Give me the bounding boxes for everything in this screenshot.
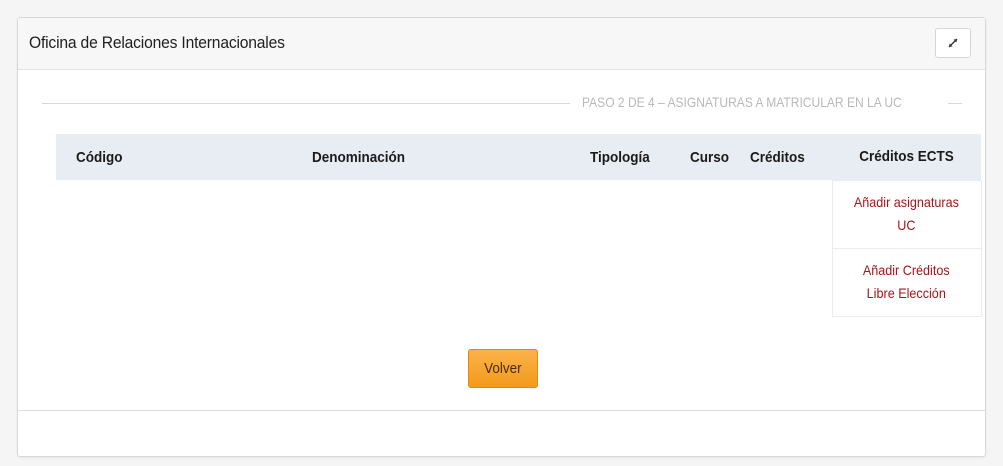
volver-button[interactable]: Volver — [468, 349, 538, 388]
add-free-credits-link[interactable]: Añadir Créditos Libre Elección — [863, 259, 950, 305]
add-free-credits-cell: Añadir Créditos Libre Elección — [831, 247, 982, 317]
page: Oficina de Relaciones Internacionales PA… — [0, 0, 1003, 466]
table-row: Añadir Créditos Libre Elección — [56, 247, 982, 317]
panel-title: Oficina de Relaciones Internacionales — [29, 33, 285, 52]
footer-divider — [18, 410, 985, 411]
header-codigo: Código — [76, 148, 123, 166]
header-tipologia: Tipología — [590, 148, 650, 166]
table-header-row: Código Denominación Tipología Curso Créd… — [56, 134, 981, 180]
expand-icon — [946, 36, 960, 50]
subjects-table-wrapper: Código Denominación Tipología Curso Créd… — [56, 134, 982, 317]
header-creditos: Créditos — [750, 148, 805, 166]
add-free-credits-line2: Libre Elección — [866, 285, 947, 301]
panel-header: Oficina de Relaciones Internacionales — [18, 18, 985, 70]
volver-button-label: Volver — [484, 360, 522, 377]
empty-row-space — [56, 248, 832, 316]
subjects-table: Código Denominación Tipología Curso Créd… — [56, 134, 982, 317]
step-divider-right — [948, 103, 962, 104]
step-title: PASO 2 DE 4 – ASIGNATURAS A MATRICULAR E… — [582, 94, 902, 110]
header-curso: Curso — [690, 148, 730, 166]
step-divider-left — [42, 103, 570, 104]
add-uc-subjects-link[interactable]: Añadir asignaturas UC — [854, 191, 959, 237]
empty-row-space — [56, 180, 832, 248]
add-free-credits-line1: Añadir Créditos — [863, 262, 950, 278]
add-uc-subjects-line2: UC — [897, 217, 916, 233]
expand-button[interactable] — [935, 28, 971, 58]
add-uc-subjects-line1: Añadir asignaturas — [853, 194, 960, 210]
step-indicator: PASO 2 DE 4 – ASIGNATURAS A MATRICULAR E… — [42, 91, 962, 115]
header-denominacion: Denominación — [312, 148, 406, 166]
header-creditos-ects: Créditos ECTS — [859, 148, 954, 166]
table-row: Añadir asignaturas UC — [56, 179, 982, 249]
add-uc-subjects-cell: Añadir asignaturas UC — [831, 179, 982, 249]
main-panel: Oficina de Relaciones Internacionales PA… — [17, 17, 986, 457]
